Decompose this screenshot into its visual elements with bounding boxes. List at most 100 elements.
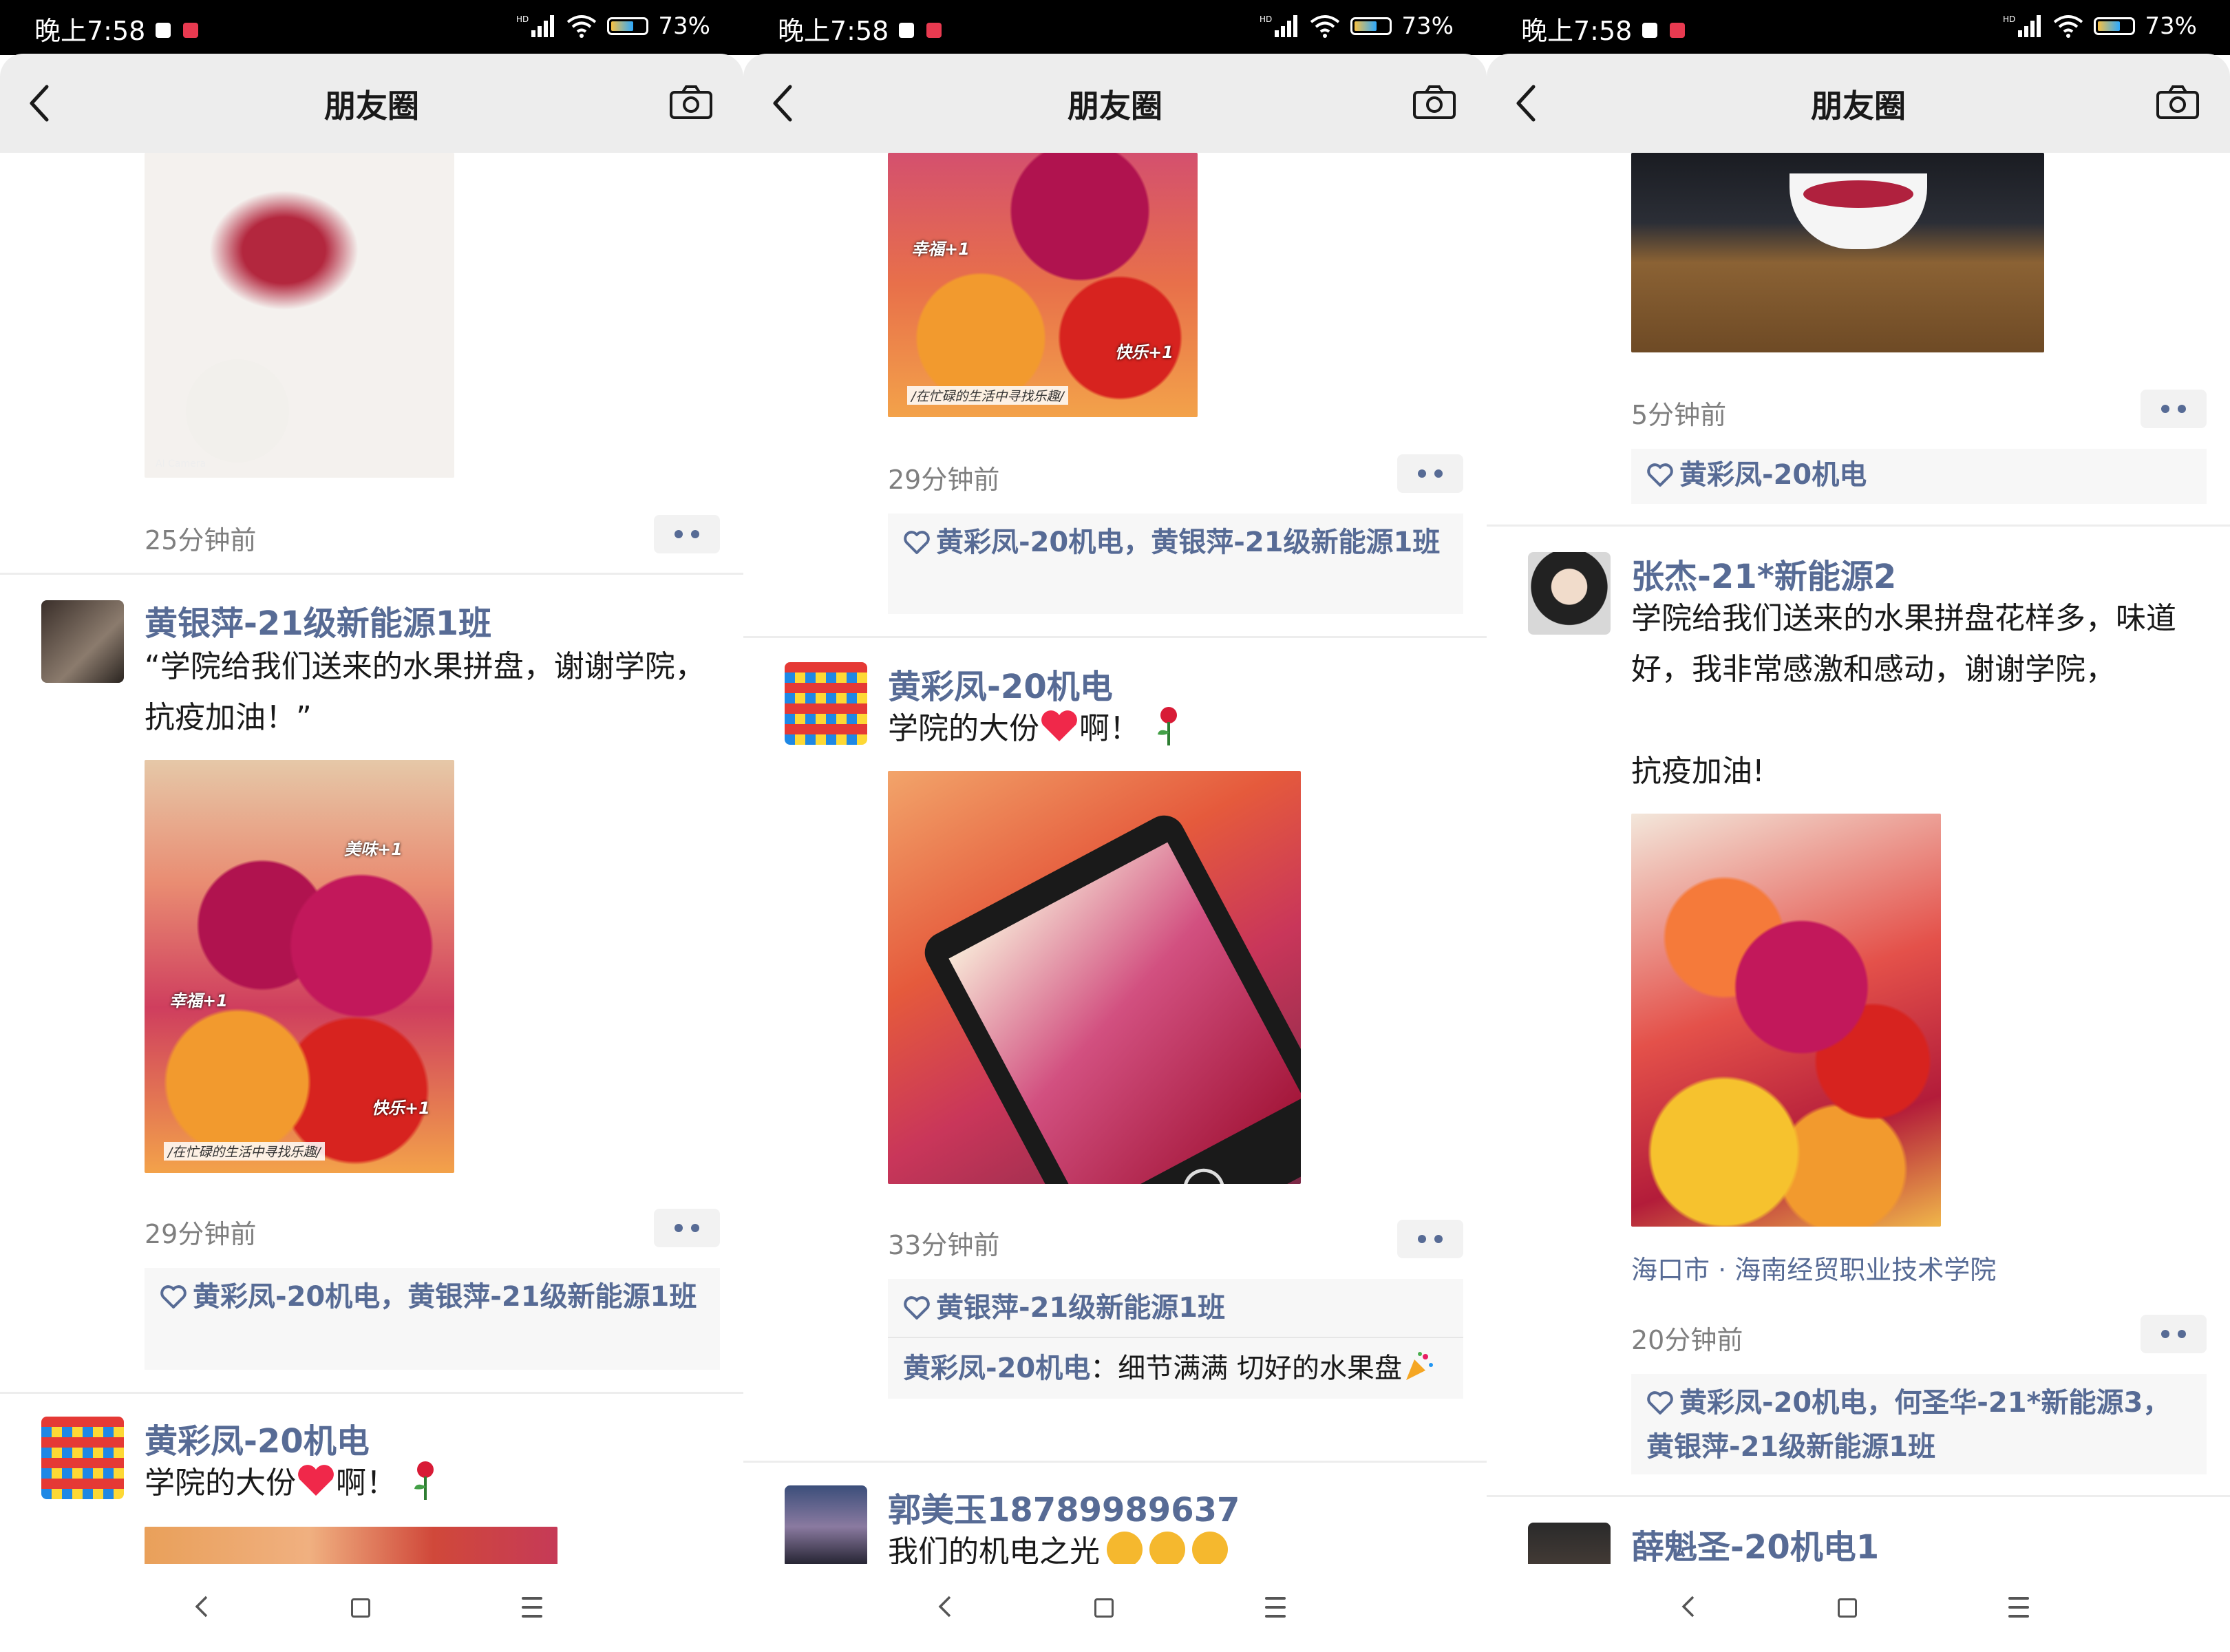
author-name[interactable]: 黄彩凤-20机电 — [145, 1414, 370, 1462]
moments-feed[interactable]: 5分钟前 黄彩凤-20机电 张杰-21*新能源2 学院给我们送来的水果拼盘花样多… — [1487, 153, 2230, 1564]
author-name[interactable]: 薛魁圣-20机电1 — [1631, 1520, 1879, 1564]
status-bar: 晚上7:58 HD 73% — [0, 0, 743, 55]
system-home-icon[interactable] — [1838, 1598, 1857, 1618]
like-names[interactable]: 黄彩凤-20机电，黄银萍-21级新能源1班 — [936, 527, 1440, 558]
status-bar: 晚上7:58 HD 73% — [1487, 0, 2230, 55]
system-home-icon[interactable] — [351, 1598, 370, 1618]
moments-feed[interactable]: 幸福+1 快乐+1 /在忙碌的生活中寻找乐趣/ 29分钟前 黄彩凤-20机电，黄… — [743, 153, 1487, 1564]
notification-icon — [183, 23, 198, 38]
more-actions-button[interactable] — [1397, 1220, 1463, 1258]
fist-emoji-icon — [1149, 1532, 1185, 1564]
author-name[interactable]: 黄彩凤-20机电 — [888, 659, 1113, 708]
post-time: 20分钟前 — [1631, 1325, 1743, 1355]
more-actions-button[interactable] — [2141, 1315, 2207, 1353]
post-separator — [0, 1392, 743, 1394]
system-back-icon[interactable] — [936, 1594, 953, 1619]
likes-list: 黄彩凤-20机电，黄银萍-21级新能源1班 — [145, 1268, 720, 1370]
heart-outline-icon — [1647, 1391, 1673, 1415]
system-home-icon[interactable] — [1094, 1598, 1114, 1618]
post-text: 抗疫加油! — [1631, 754, 1765, 789]
rose-emoji-icon — [414, 1461, 434, 1500]
image-caption: /在忙碌的生活中寻找乐趣/ — [164, 1142, 325, 1161]
post-photo[interactable] — [888, 771, 1301, 1184]
avatar[interactable] — [785, 662, 867, 745]
author-name[interactable]: 黄银萍-21级新能源1班 — [145, 596, 491, 644]
nav-bar: 朋友圈 — [743, 54, 1487, 153]
post-separator — [1487, 525, 2230, 527]
signal-icon: HD — [516, 14, 555, 37]
rose-emoji-icon — [1158, 707, 1177, 745]
system-back-icon[interactable] — [193, 1594, 209, 1619]
red-heart-emoji-icon — [298, 1465, 334, 1496]
like-names[interactable]: 黄银萍-21级新能源1班 — [936, 1292, 1225, 1324]
signal-icon: HD — [1260, 14, 1298, 37]
comment-text: 细节满满 切好的水果盘 — [1118, 1353, 1402, 1384]
system-nav-bar — [743, 1564, 1487, 1652]
nav-bar: 朋友圈 — [0, 54, 743, 153]
nav-bar: 朋友圈 — [1487, 54, 2230, 153]
author-name[interactable]: 张杰-21*新能源2 — [1631, 549, 1896, 597]
avatar[interactable] — [1528, 552, 1611, 635]
image-caption: 美味+1 — [344, 840, 403, 859]
like-names[interactable]: 黄彩凤-20机电 — [1679, 459, 1867, 491]
more-actions-button[interactable] — [654, 515, 720, 553]
battery-icon — [607, 17, 649, 35]
author-name[interactable]: 郭美玉18789989637 — [888, 1483, 1240, 1531]
avatar[interactable] — [785, 1485, 867, 1564]
like-names[interactable]: 黄彩凤-20机电，何圣华-21*新能源3，黄银萍-21级新能源1班 — [1646, 1387, 2170, 1463]
post-photo[interactable] — [1631, 814, 1941, 1227]
status-bar: 晚上7:58 HD 73% — [743, 0, 1487, 55]
system-menu-icon[interactable] — [1265, 1597, 1286, 1618]
notification-icon — [899, 23, 914, 38]
notification-icon — [1642, 23, 1657, 38]
post-photo[interactable] — [1631, 153, 2044, 352]
post-photo[interactable]: 幸福+1 快乐+1 /在忙碌的生活中寻找乐趣/ — [888, 153, 1198, 417]
post-text-part: 啊！ — [336, 1465, 396, 1501]
post-text-part: 我们的机电之光 — [888, 1534, 1100, 1564]
post-text-part: 学院的大份 — [888, 711, 1039, 746]
system-back-icon[interactable] — [1679, 1594, 1696, 1619]
image-caption: 快乐+1 — [372, 1099, 430, 1118]
post-photo[interactable]: 美味+1 幸福+1 快乐+1 /在忙碌的生活中寻找乐趣/ — [145, 760, 454, 1173]
post-photo[interactable] — [145, 1527, 558, 1564]
image-caption: 幸福+1 — [169, 991, 228, 1010]
likes-and-comments: 黄银萍-21级新能源1班 黄彩凤-20机电：细节满满 切好的水果盘 — [888, 1279, 1463, 1399]
system-menu-icon[interactable] — [522, 1597, 542, 1618]
more-actions-button[interactable] — [654, 1209, 720, 1247]
comment[interactable]: 黄彩凤-20机电：细节满满 切好的水果盘 — [888, 1338, 1463, 1399]
system-menu-icon[interactable] — [2008, 1597, 2029, 1618]
system-nav-bar — [1487, 1564, 2230, 1652]
like-names[interactable]: 黄彩凤-20机电，黄银萍-21级新能源1班 — [193, 1281, 697, 1313]
wifi-icon — [1310, 15, 1340, 38]
watermark: AI Camera — [156, 458, 206, 469]
status-time: 晚上7:58 — [34, 16, 146, 46]
battery-icon — [1350, 17, 1392, 35]
comment-author[interactable]: 黄彩凤-20机电 — [903, 1353, 1090, 1384]
phone-screen-2: 晚上7:58 HD 73% 朋友圈 幸福+1 快乐+1 /在忙碌的生活中寻找乐趣… — [743, 0, 1487, 1652]
camera-icon[interactable] — [1412, 84, 1456, 120]
moments-feed[interactable]: AI Camera 25分钟前 黄银萍-21级新能源1班 “学院给我们送来的水果… — [0, 153, 743, 1564]
page-title: 朋友圈 — [1811, 87, 1906, 125]
likes-list: 黄彩凤-20机电，黄银萍-21级新能源1班 — [888, 513, 1463, 614]
avatar[interactable] — [1528, 1523, 1611, 1564]
system-nav-bar — [0, 1564, 743, 1652]
more-actions-button[interactable] — [2141, 390, 2207, 428]
more-actions-button[interactable] — [1397, 454, 1463, 493]
phone-screen-3: 晚上7:58 HD 73% 朋友圈 5分钟前 黄彩凤-20机电 张杰-21*新能… — [1487, 0, 2230, 1652]
avatar[interactable] — [41, 1417, 124, 1499]
notification-icon — [926, 23, 942, 38]
post-text-part: 学院的大份 — [145, 1465, 296, 1501]
red-heart-emoji-icon — [1041, 710, 1077, 741]
camera-icon[interactable] — [2156, 84, 2200, 120]
camera-icon[interactable] — [669, 84, 713, 120]
heart-outline-icon — [1647, 463, 1673, 487]
page-title: 朋友圈 — [324, 87, 419, 125]
location-link[interactable]: 海口市 · 海南经贸职业技术学院 — [1631, 1249, 1996, 1286]
svg-text:HD: HD — [1260, 14, 1272, 24]
post-photo[interactable]: AI Camera — [145, 153, 454, 478]
phone-screen-1: 晚上7:58 HD 73% 朋友圈 AI Camera 25分钟前 黄银萍-21… — [0, 0, 743, 1652]
battery-percent: 73% — [1401, 12, 1454, 40]
post-time: 5分钟前 — [1631, 400, 1727, 430]
post-separator — [743, 1461, 1487, 1463]
avatar[interactable] — [41, 600, 124, 683]
